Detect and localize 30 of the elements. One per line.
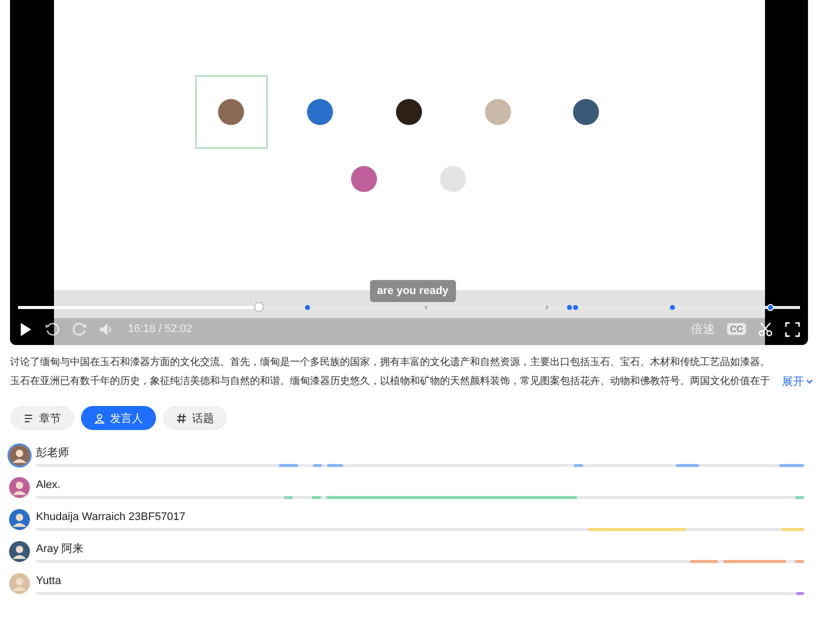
tab[interactable]: 发言人 [81,406,156,430]
progress-marker[interactable] [567,305,572,310]
hash-icon [176,412,187,424]
summary-text: 讨论了缅甸与中国在玉石和漆器方面的文化交流。首先，缅甸是一个多民族的国家，拥有丰富的文化遗产和自然资源，主要出口包括玉石、宝石、木材和传统工艺品如漆器。玉石在亚洲已有数千年的历史，象征纯洁美德和与自然的和谐。缅甸漆器历史悠久，以植物和矿物的天然颜料装饰，常见图案包括花卉、动物和佛教符号。两国文化价值在于 [10,356,771,389]
speaker-name: Aray 阿来 [36,542,85,557]
chevron-icon [805,377,814,386]
speaker-name: Yutta [36,574,62,589]
captions-button[interactable]: CC [727,323,746,335]
progress-marker[interactable] [670,305,675,310]
speaker-avatar[interactable] [9,445,30,466]
speaker-avatar[interactable] [9,509,30,530]
speaker-avatar[interactable] [9,477,30,498]
fullscreen-icon[interactable] [785,322,800,336]
speaker-name: Alex. [36,478,62,493]
progress-marker[interactable] [305,305,310,310]
rewind-icon[interactable] [45,322,60,336]
progress-marker[interactable] [767,304,774,311]
speaker-name: 彭老师 [36,446,70,461]
scissors-icon[interactable] [758,322,773,336]
play-icon[interactable] [18,322,33,336]
speaker-name: Khudaija Warraich 23BF57017 [36,510,186,525]
tab[interactable]: 话题 [163,406,227,430]
list-icon [23,412,34,424]
subtitle-caption: are you ready [370,280,456,302]
expand-link[interactable]: 展开 [782,372,814,391]
playback-time: 16:18 / 52:02 [128,323,192,335]
speaker-avatar[interactable] [9,541,30,562]
tab[interactable]: 章节 [10,406,74,430]
person-icon [94,412,105,424]
progress-marker[interactable] [572,305,578,310]
